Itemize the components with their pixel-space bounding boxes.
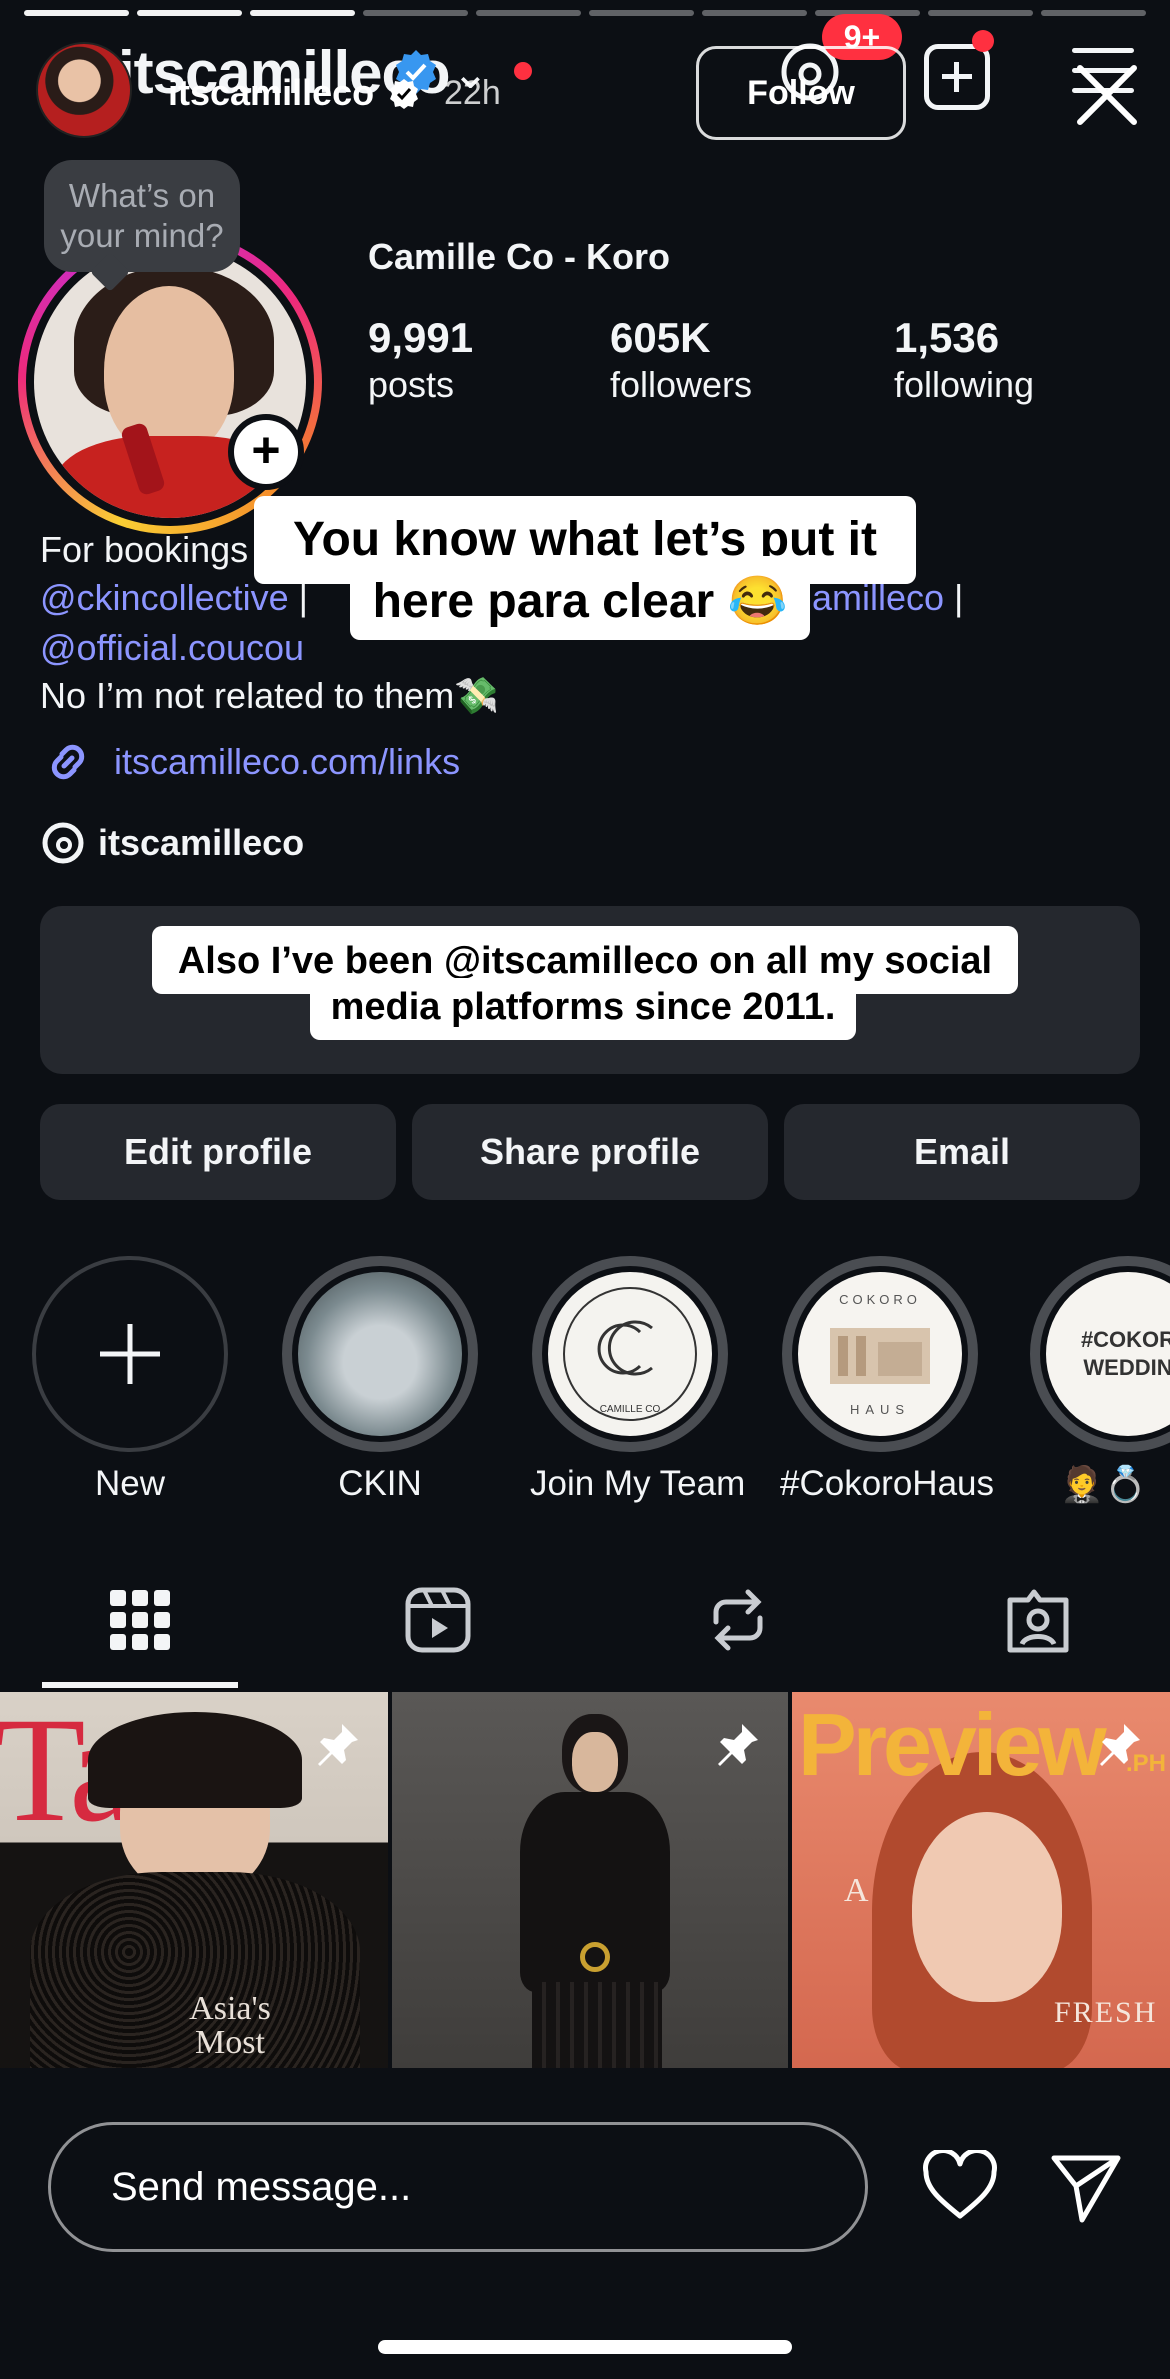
pin-icon xyxy=(318,1724,358,1766)
threads-profile-link[interactable]: itscamilleco xyxy=(40,820,304,866)
caption-mention[interactable]: @itscamilleco xyxy=(444,940,699,982)
send-message-input[interactable] xyxy=(48,2122,868,2252)
camille-co-logo-text: CAMILLE CO xyxy=(600,1404,661,1415)
active-tab-indicator xyxy=(42,1682,238,1688)
grid-post-2[interactable] xyxy=(392,1692,788,2068)
story-text-sticker-line-2: here para clear 😂 xyxy=(350,556,810,640)
story-author-username[interactable]: itscamilleco xyxy=(168,72,374,114)
story-timestamp: 22h xyxy=(444,74,501,112)
profile-full-name: Camille Co - Koro xyxy=(368,236,671,277)
magazine-letter: A xyxy=(844,1872,869,1909)
following-label: following xyxy=(894,364,1035,405)
story-progress-segment xyxy=(476,10,581,16)
camille-co-logo: CAMILLE CO xyxy=(563,1287,697,1421)
wedding-highlight-text: #COKOR WEDDIN xyxy=(1046,1272,1170,1436)
magazine-caption: FRESH xyxy=(1054,1996,1158,2029)
email-button[interactable]: Email xyxy=(784,1104,1140,1200)
highlight-label: CKIN xyxy=(338,1464,422,1503)
bio-mention-official-coucou[interactable]: @official.coucou xyxy=(40,624,304,672)
highlight-label: #CokoroHaus xyxy=(780,1464,994,1503)
create-post-icon[interactable] xyxy=(924,44,990,110)
bio-mention-ckincollective[interactable]: @ckincollective xyxy=(40,577,289,618)
like-heart-icon[interactable] xyxy=(920,2150,1000,2222)
pin-icon xyxy=(1100,1724,1140,1766)
pin-icon xyxy=(718,1724,758,1766)
profile-link-text[interactable]: itscamilleco.com/links xyxy=(114,741,460,783)
profile-link[interactable]: itscamilleco.com/links xyxy=(40,734,460,790)
magazine-caption: Asia's Most xyxy=(189,1990,271,2061)
grid-post-1[interactable]: Tatl Asia's Most xyxy=(0,1692,388,2068)
highlight-label: 🤵💍 xyxy=(1060,1465,1148,1504)
story-progress-segment xyxy=(24,10,129,16)
story-progress-segment xyxy=(1041,10,1146,16)
highlight-label: New xyxy=(94,1464,166,1503)
story-caption-line-2: media platforms since 2011. xyxy=(310,978,856,1040)
story-author-avatar[interactable] xyxy=(36,42,132,138)
home-indicator xyxy=(378,2340,792,2354)
share-profile-button[interactable]: Share profile xyxy=(412,1104,768,1200)
story-progress-bar xyxy=(24,10,1146,16)
close-icon[interactable] xyxy=(1072,60,1142,130)
verified-badge-icon xyxy=(390,79,418,109)
plus-icon xyxy=(100,1324,160,1384)
cokoro-haus-logo: COKORO HAUS xyxy=(830,1292,930,1417)
highlight-wedding[interactable]: #COKOR WEDDIN 🤵💍 xyxy=(1030,1256,1170,1505)
create-notification-dot xyxy=(972,30,994,52)
caption-text: Also I’ve been xyxy=(177,940,444,982)
edit-profile-button[interactable]: Edit profile xyxy=(40,1104,396,1200)
bio-line-1: For bookings xyxy=(40,529,249,570)
story-progress-segment xyxy=(589,10,694,16)
cokoro-logo-text-top: COKORO xyxy=(839,1292,921,1307)
threads-icon xyxy=(42,822,84,864)
followers-stat[interactable]: 605K followers xyxy=(610,314,752,408)
story-progress-segment xyxy=(250,10,355,16)
grid-tab-icon[interactable] xyxy=(104,1584,176,1656)
highlight-cokorohaus[interactable]: COKORO HAUS #CokoroHaus xyxy=(780,1256,994,1504)
posts-count: 9,991 xyxy=(368,314,474,361)
send-icon[interactable] xyxy=(1048,2150,1124,2226)
threads-handle[interactable]: itscamilleco xyxy=(98,822,304,864)
story-progress-segment xyxy=(702,10,807,16)
followers-label: followers xyxy=(610,364,753,405)
tagged-tab-icon[interactable] xyxy=(1002,1584,1074,1656)
following-stat[interactable]: 1,536 following xyxy=(894,314,1034,408)
posts-stat[interactable]: 9,991 posts xyxy=(368,314,473,408)
highlight-label: Join My Team xyxy=(530,1464,746,1503)
cokoro-logo-text-bottom: HAUS xyxy=(850,1402,910,1417)
reels-tab-icon[interactable] xyxy=(402,1584,474,1656)
highlight-ckin[interactable]: CKIN xyxy=(280,1256,480,1504)
caption-text: on all my social xyxy=(698,940,993,982)
add-story-button[interactable]: + xyxy=(228,414,304,490)
notification-dot xyxy=(514,62,532,80)
preview-logo-text: Preview xyxy=(798,1695,1107,1794)
followers-count: 605K xyxy=(610,314,711,361)
story-progress-segment xyxy=(363,10,468,16)
bio-line-4: No I’m not related to them💸 xyxy=(40,675,500,716)
note-bubble[interactable]: What’s on your mind? xyxy=(44,160,240,272)
link-icon xyxy=(51,744,85,780)
grid-post-3[interactable]: Preview .PH A FRESH xyxy=(792,1692,1170,2068)
story-progress-segment xyxy=(137,10,242,16)
plus-icon: + xyxy=(234,420,298,484)
follow-button[interactable]: Follow xyxy=(696,46,906,140)
reposts-tab-icon[interactable] xyxy=(702,1584,774,1656)
highlight-join-my-team[interactable]: CAMILLE CO Join My Team xyxy=(530,1256,746,1504)
bio-separator: | xyxy=(944,577,964,618)
highlight-new[interactable]: New xyxy=(30,1256,230,1504)
following-count: 1,536 xyxy=(894,314,1000,361)
posts-label: posts xyxy=(368,364,455,405)
story-progress-segment xyxy=(928,10,1033,16)
